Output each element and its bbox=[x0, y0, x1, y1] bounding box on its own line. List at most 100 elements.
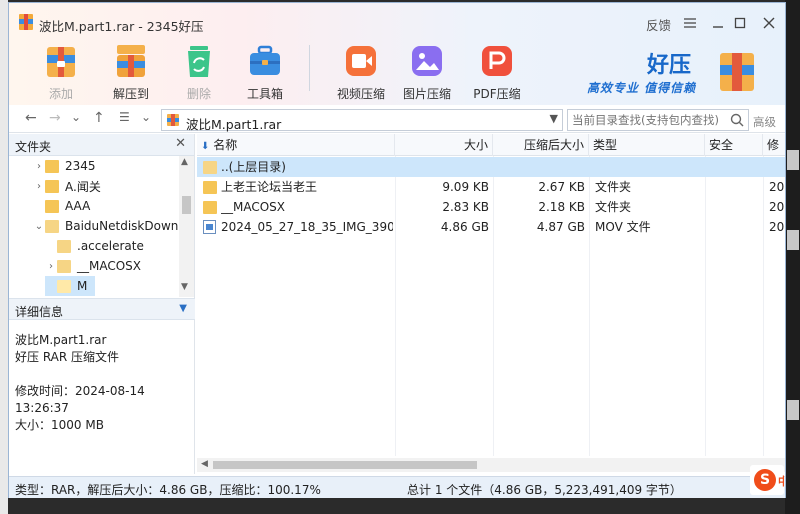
tree-item-label: M bbox=[77, 279, 88, 293]
scroll-up-icon[interactable]: ▲ bbox=[181, 157, 188, 167]
tree-item-label: BaiduNetdiskDownl bbox=[65, 219, 182, 233]
tree-item-label: 2345 bbox=[65, 159, 96, 173]
image-compress-button[interactable]: 图片压缩 bbox=[399, 41, 455, 102]
scrollbar-thumb[interactable] bbox=[182, 196, 191, 214]
column-name[interactable]: ⬇ 名称 bbox=[197, 134, 395, 156]
file-row[interactable]: 上老王论坛当老王 9.09 KB 2.67 KB 文件夹 202 bbox=[197, 177, 785, 197]
detail-size: 大小：1000 MB bbox=[15, 418, 104, 432]
advanced-search-link[interactable]: 高级 bbox=[753, 114, 776, 130]
maximize-icon[interactable] bbox=[729, 12, 751, 34]
add-button[interactable]: 添加 bbox=[33, 41, 89, 102]
expand-icon[interactable]: › bbox=[33, 161, 45, 172]
file-name: __MACOSX bbox=[221, 200, 286, 214]
back-icon[interactable]: ← bbox=[25, 110, 37, 130]
tree-item-label: __MACOSX bbox=[77, 259, 142, 273]
column-packed[interactable]: 压缩后大小 bbox=[493, 134, 589, 156]
folder-up-icon bbox=[203, 161, 217, 174]
pdf-compress-icon bbox=[482, 46, 512, 76]
feedback-link[interactable]: 反馈 bbox=[646, 15, 671, 34]
recycle-bin-icon bbox=[188, 46, 210, 77]
folders-panel-header: 文件夹 ✕ bbox=[9, 134, 194, 156]
folder-icon bbox=[45, 199, 59, 213]
tree-item-selected[interactable]: M bbox=[45, 276, 95, 296]
tree-item[interactable]: AAA bbox=[33, 196, 90, 216]
brand-slogan: 高效专业 值得信赖 bbox=[587, 81, 697, 95]
toolbox-icon bbox=[250, 45, 280, 75]
expand-icon[interactable]: › bbox=[45, 261, 57, 272]
expand-icon[interactable]: ⌄ bbox=[33, 221, 45, 232]
tree-item[interactable]: .accelerate bbox=[45, 236, 144, 256]
folder-icon bbox=[45, 159, 59, 173]
add-archive-icon bbox=[47, 47, 75, 77]
folder-icon bbox=[203, 181, 217, 194]
forward-icon[interactable]: → bbox=[49, 110, 61, 130]
scroll-left-icon[interactable]: ◀ bbox=[201, 459, 208, 469]
pdf-compress-label: PDF压缩 bbox=[473, 87, 521, 101]
collapse-icon[interactable]: ▼ bbox=[179, 303, 187, 314]
column-modified[interactable]: 修改 bbox=[763, 134, 785, 174]
tree-item[interactable]: › __MACOSX bbox=[45, 256, 141, 276]
tree-item[interactable]: › A.闻关 bbox=[33, 176, 101, 196]
file-row[interactable]: 2024_05_27_18_35_IMG_390... 4.86 GB 4.87… bbox=[197, 217, 785, 237]
video-compress-icon bbox=[346, 46, 376, 76]
file-size: 9.09 KB bbox=[442, 180, 489, 194]
up-icon[interactable]: ↑ bbox=[93, 110, 105, 130]
search-icon[interactable] bbox=[730, 113, 744, 127]
brand-archive-icon bbox=[720, 53, 754, 91]
status-right: 总计 1 个文件（4.86 GB，5,223,491,409 字节） bbox=[407, 483, 682, 497]
minimize-icon[interactable] bbox=[707, 12, 729, 34]
ime-indicator[interactable]: S 中 bbox=[750, 465, 784, 495]
detail-modified: 修改时间：2024-08-14 13:26:37 bbox=[15, 384, 145, 415]
rar-file-icon bbox=[167, 114, 179, 126]
scrollbar-thumb[interactable] bbox=[213, 461, 477, 469]
column-type[interactable]: 类型 bbox=[589, 134, 705, 156]
search-box[interactable] bbox=[567, 109, 749, 131]
sort-down-icon: ⬇ bbox=[201, 141, 210, 152]
file-size: 2.83 KB bbox=[442, 200, 489, 214]
delete-button[interactable]: 删除 bbox=[171, 41, 227, 102]
column-name-label: 名称 bbox=[213, 138, 238, 152]
column-size[interactable]: 大小 bbox=[395, 134, 493, 156]
file-modified: 202 bbox=[769, 220, 785, 234]
detail-filetype: 好压 RAR 压缩文件 bbox=[15, 350, 120, 364]
background-mark bbox=[787, 230, 799, 250]
file-modified: 202 bbox=[769, 200, 785, 214]
window-title: 波比M.part1.rar - 2345好压 bbox=[39, 19, 204, 34]
folder-icon bbox=[57, 259, 71, 273]
image-compress-icon bbox=[412, 46, 442, 76]
column-security[interactable]: 安全 bbox=[705, 134, 763, 156]
tree-item[interactable]: › 2345 bbox=[33, 156, 96, 176]
video-compress-button[interactable]: 视频压缩 bbox=[333, 41, 389, 102]
history-chevron-icon[interactable]: ⌄ bbox=[71, 110, 81, 130]
tree-item-label: A.闻关 bbox=[65, 179, 101, 194]
background-mark bbox=[787, 400, 799, 420]
file-packed-size: 4.87 GB bbox=[536, 220, 585, 234]
folder-open-icon bbox=[45, 219, 59, 233]
tree-item[interactable]: ⌄ BaiduNetdiskDownl bbox=[33, 216, 182, 236]
status-bar: 类型：RAR，解压后大小：4.86 GB，压缩比：100.17% 总计 1 个文… bbox=[9, 476, 785, 498]
list-horizontal-scrollbar[interactable]: ◀ bbox=[197, 458, 785, 472]
view-mode-icon[interactable]: ☰ bbox=[119, 110, 130, 130]
scroll-down-icon[interactable]: ▼ bbox=[181, 282, 188, 292]
menu-icon[interactable] bbox=[679, 12, 701, 34]
toolbox-button[interactable]: 工具箱 bbox=[237, 41, 293, 102]
video-compress-label: 视频压缩 bbox=[336, 87, 385, 101]
background-left bbox=[0, 0, 8, 514]
folder-icon bbox=[57, 279, 71, 293]
search-input[interactable] bbox=[568, 110, 726, 130]
file-row-parent[interactable]: ..(上层目录) bbox=[197, 157, 785, 177]
details-panel-header[interactable]: 详细信息 ▼ bbox=[9, 298, 195, 320]
background-right bbox=[785, 0, 800, 514]
address-dropdown-icon[interactable]: ▼ bbox=[550, 112, 558, 125]
toolbar-separator bbox=[309, 45, 310, 91]
file-row[interactable]: __MACOSX 2.83 KB 2.18 KB 文件夹 202 bbox=[197, 197, 785, 217]
address-bar[interactable]: 波比M.part1.rar ▼ bbox=[161, 109, 563, 132]
pdf-compress-button[interactable]: PDF压缩 bbox=[469, 41, 525, 102]
expand-icon[interactable]: › bbox=[33, 181, 45, 192]
close-panel-icon[interactable]: ✕ bbox=[175, 136, 186, 151]
view-chevron-icon[interactable]: ⌄ bbox=[141, 110, 151, 130]
tree-scrollbar[interactable]: ▲ ▼ bbox=[179, 156, 194, 297]
close-icon[interactable] bbox=[758, 12, 780, 34]
extract-to-button[interactable]: 解压到 bbox=[103, 41, 159, 102]
add-label: 添加 bbox=[48, 87, 73, 101]
